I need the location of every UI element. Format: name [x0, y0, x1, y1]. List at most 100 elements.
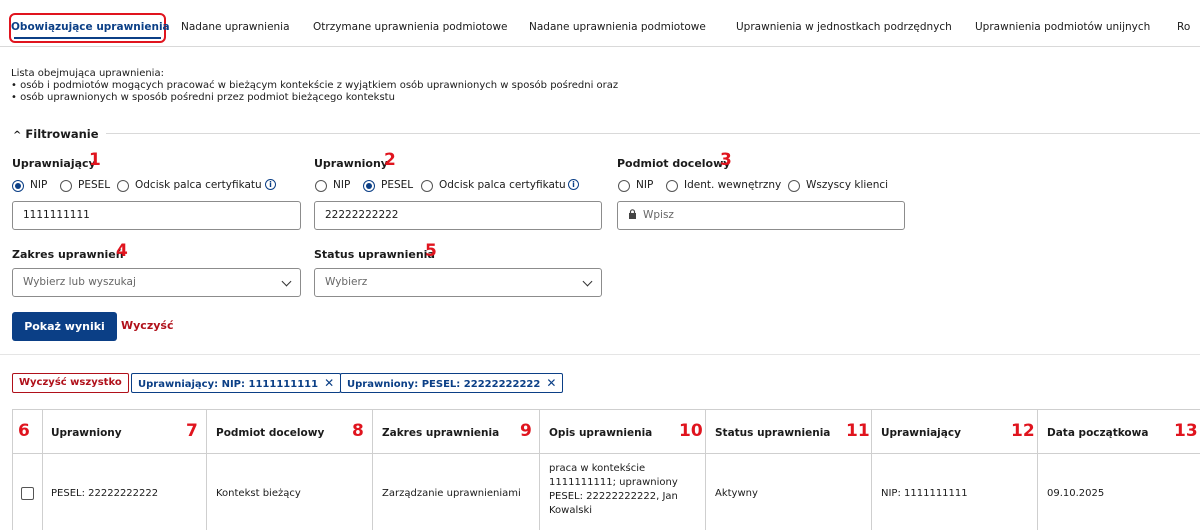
- column-header-status[interactable]: Status uprawnienia: [715, 427, 830, 439]
- tab-received-entity-permissions[interactable]: Otrzymane uprawnienia podmiotowe: [313, 21, 508, 33]
- target-input[interactable]: Wpisz: [617, 201, 905, 230]
- authorized-radio-fingerprint[interactable]: [421, 180, 433, 192]
- scope-select[interactable]: Wybierz lub wyszukaj: [12, 268, 301, 297]
- annotation-number: 11: [846, 421, 870, 441]
- scope-select-placeholder: Wybierz lub wyszukaj: [23, 276, 136, 288]
- close-icon[interactable]: ✕: [546, 376, 556, 390]
- target-radio-internal-id[interactable]: [666, 180, 678, 192]
- filter-title: Filtrowanie: [25, 127, 99, 141]
- filter-chip-label: Uprawniony: PESEL: 22222222222: [347, 379, 541, 390]
- authorized-radio-label: Odcisk palca certyfikatu: [439, 179, 566, 191]
- divider: [12, 409, 13, 530]
- description-intro: Lista obejmująca uprawnienia:: [11, 68, 164, 79]
- authorized-radio-pesel[interactable]: [363, 180, 375, 192]
- divider: [871, 409, 872, 530]
- description-bullet: • osób i podmiotów mogących pracować w b…: [11, 80, 619, 91]
- annotation-number: 13: [1174, 421, 1198, 441]
- authorized-radio-label: NIP: [333, 179, 351, 191]
- scope-label: Zakres uprawnień: [12, 248, 124, 261]
- column-header-start-date[interactable]: Data początkowa: [1047, 427, 1148, 439]
- tab-current-permissions[interactable]: Obowiązujące uprawnienia: [9, 13, 170, 43]
- close-icon[interactable]: ✕: [324, 376, 334, 390]
- column-header-target[interactable]: Podmiot docelowy: [216, 427, 324, 439]
- divider: [106, 133, 1200, 134]
- column-header-description[interactable]: Opis uprawnienia: [549, 427, 652, 439]
- show-results-button[interactable]: Pokaż wyniki: [12, 312, 117, 341]
- authorized-label: Uprawniony: [314, 157, 388, 170]
- annotation-number: 4: [116, 241, 128, 261]
- divider: [0, 354, 1200, 355]
- authorized-radio-label: PESEL: [381, 179, 414, 191]
- cell-scope: Zarządzanie uprawnieniami: [382, 488, 521, 499]
- annotation-number: 5: [425, 241, 437, 261]
- annotation-number: 8: [352, 421, 364, 441]
- annotation-number: 10: [679, 421, 703, 441]
- divider: [1037, 409, 1038, 530]
- chevron-up-icon: ^: [13, 130, 22, 141]
- filter-chip[interactable]: Uprawniający: NIP: 1111111111 ✕: [131, 373, 342, 393]
- filter-toggle[interactable]: ^ Filtrowanie: [13, 127, 99, 141]
- target-radio-nip[interactable]: [618, 180, 630, 192]
- annotation-number: 3: [720, 150, 732, 170]
- divider: [42, 409, 43, 530]
- granting-label: Uprawniający: [12, 157, 96, 170]
- cell-granting: NIP: 1111111111: [881, 488, 968, 499]
- target-radio-label: NIP: [636, 179, 654, 191]
- lock-icon: [629, 209, 636, 219]
- cell-status: Aktywny: [715, 488, 758, 499]
- chevron-down-icon: [582, 276, 593, 287]
- annotation-number: 2: [384, 150, 396, 170]
- cell-description-line: PESEL: 22222222222, Jan: [549, 491, 678, 502]
- info-icon[interactable]: i: [568, 179, 579, 190]
- cell-description-line: 1111111111; uprawniony: [549, 477, 678, 488]
- divider: [539, 409, 540, 530]
- granting-radio-label: NIP: [30, 179, 48, 191]
- cell-start-date: 09.10.2025: [1047, 488, 1105, 499]
- divider: [206, 409, 207, 530]
- tab-bar: Obowiązujące uprawnienia Nadane uprawnie…: [0, 0, 1200, 47]
- cell-description-line: Kowalski: [549, 505, 593, 516]
- annotation-number: 9: [520, 421, 532, 441]
- status-select-placeholder: Wybierz: [325, 276, 368, 288]
- tab-granted-entity-permissions[interactable]: Nadane uprawnienia podmiotowe: [529, 21, 706, 33]
- filter-chip-label: Uprawniający: NIP: 1111111111: [138, 379, 319, 390]
- authorized-radio-nip[interactable]: [315, 180, 327, 192]
- divider: [372, 409, 373, 530]
- clear-button[interactable]: Wyczyść: [121, 319, 173, 332]
- cell-target: Kontekst bieżący: [216, 488, 301, 499]
- granting-radio-label: Odcisk palca certyfikatu: [135, 179, 262, 191]
- info-icon[interactable]: i: [265, 179, 276, 190]
- granting-radio-label: PESEL: [78, 179, 111, 191]
- cell-authorized: PESEL: 22222222222: [51, 488, 159, 499]
- target-radio-label: Wszyscy klienci: [806, 179, 889, 191]
- target-label: Podmiot docelowy: [617, 157, 731, 170]
- tab-more[interactable]: Ro: [1177, 21, 1190, 33]
- filter-chip[interactable]: Uprawniony: PESEL: 22222222222 ✕: [340, 373, 564, 393]
- granting-input[interactable]: 1111111111: [12, 201, 301, 230]
- row-checkbox[interactable]: [21, 487, 34, 500]
- tab-subordinate-units[interactable]: Uprawnienia w jednostkach podrzędnych: [736, 21, 952, 33]
- granting-radio-fingerprint[interactable]: [117, 180, 129, 192]
- column-header-granting[interactable]: Uprawniający: [881, 427, 961, 439]
- annotation-number: 12: [1011, 421, 1035, 441]
- column-header-scope[interactable]: Zakres uprawnienia: [382, 427, 499, 439]
- annotation-number: 6: [18, 421, 30, 441]
- column-header-authorized[interactable]: Uprawniony: [51, 427, 122, 439]
- target-input-placeholder: Wpisz: [643, 209, 674, 221]
- tab-eu-entities[interactable]: Uprawnienia podmiotów unijnych: [975, 21, 1150, 33]
- status-select[interactable]: Wybierz: [314, 268, 602, 297]
- chevron-down-icon: [281, 276, 292, 287]
- granting-radio-pesel[interactable]: [60, 180, 72, 192]
- cell-description-line: praca w kontekście: [549, 463, 646, 474]
- clear-all-chip[interactable]: Wyczyść wszystko: [12, 373, 129, 393]
- divider: [705, 409, 706, 530]
- granting-radio-nip[interactable]: [12, 180, 24, 192]
- description-bullet: • osób uprawnionych w sposób pośredni pr…: [11, 92, 395, 103]
- authorized-input[interactable]: 22222222222: [314, 201, 602, 230]
- status-label: Status uprawnienia: [314, 248, 435, 261]
- tab-granted-permissions[interactable]: Nadane uprawnienia: [181, 21, 290, 33]
- annotation-number: 1: [89, 150, 101, 170]
- target-radio-label: Ident. wewnętrzny: [684, 179, 782, 191]
- annotation-number: 7: [186, 421, 198, 441]
- target-radio-all-clients[interactable]: [788, 180, 800, 192]
